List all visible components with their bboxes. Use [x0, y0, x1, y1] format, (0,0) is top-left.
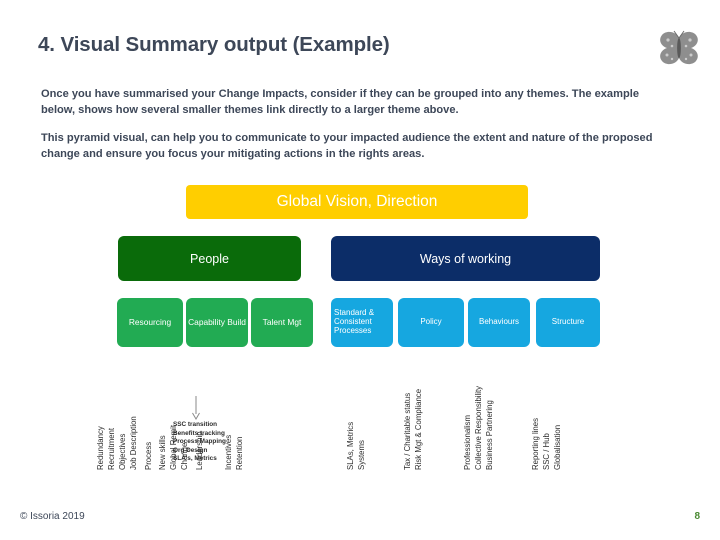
impact-label: Professionalism [463, 414, 472, 470]
impact-label: Process [144, 441, 153, 470]
impact-label: Retention [235, 436, 244, 470]
impact-label: Collective Responsibility [474, 385, 483, 470]
theme-box-people[interactable]: People [118, 236, 301, 281]
footer-page-number: 8 [694, 511, 700, 522]
impact-sublist-item: SLA's, Metrics [173, 455, 217, 463]
subtheme-box-resourcing[interactable]: Resourcing [117, 298, 183, 347]
impact-label: SSC / Hub [542, 433, 551, 470]
impact-label: Objectives [118, 433, 127, 470]
subtheme-box-behaviours[interactable]: Behaviours [468, 298, 530, 347]
impact-label: Systems [357, 440, 366, 470]
footer-copyright: © Issoria 2019 [20, 511, 85, 522]
impact-label: Risk Mgt & Compliance [414, 388, 423, 470]
impact-label: Redundancy [96, 426, 105, 470]
impact-label: Recruitment [107, 427, 116, 470]
impact-label: SLAs, Metrics [346, 421, 355, 470]
impact-label: Globalisation [553, 424, 562, 470]
subtheme-box-policy[interactable]: Policy [398, 298, 464, 347]
subtheme-box-talent-mgt[interactable]: Talent Mgt [251, 298, 313, 347]
theme-box-ways-of-working[interactable]: Ways of working [331, 236, 600, 281]
impact-label: Tax / Charitable status [403, 392, 412, 470]
theme-box-global-vision[interactable]: Global Vision, Direction [186, 185, 528, 219]
subtheme-box-capability-build[interactable]: Capability Build [186, 298, 248, 347]
impact-label: Business Partnering [485, 400, 494, 470]
impact-label: Job Description [129, 416, 138, 470]
impact-sublist-item: Org Design [173, 446, 208, 454]
impact-label: Incentives [224, 434, 233, 470]
impact-sublist-item: SSC transition [173, 421, 218, 428]
impact-sublist: SSC transition Benefits tracking Process… [173, 421, 226, 464]
down-arrow-icon [192, 396, 200, 420]
impact-label: New skills [158, 435, 167, 470]
impact-label: Reporting lines [531, 417, 540, 470]
subtheme-box-standard-consistent-processes[interactable]: Standard & Consistent Processes [331, 298, 393, 347]
subtheme-box-structure[interactable]: Structure [536, 298, 600, 347]
impact-sublist-item: Process Mapping [173, 438, 226, 446]
impact-sublist-item: Benefits tracking [173, 429, 225, 437]
pyramid-diagram: Global Vision, Direction People Ways of … [0, 0, 720, 540]
